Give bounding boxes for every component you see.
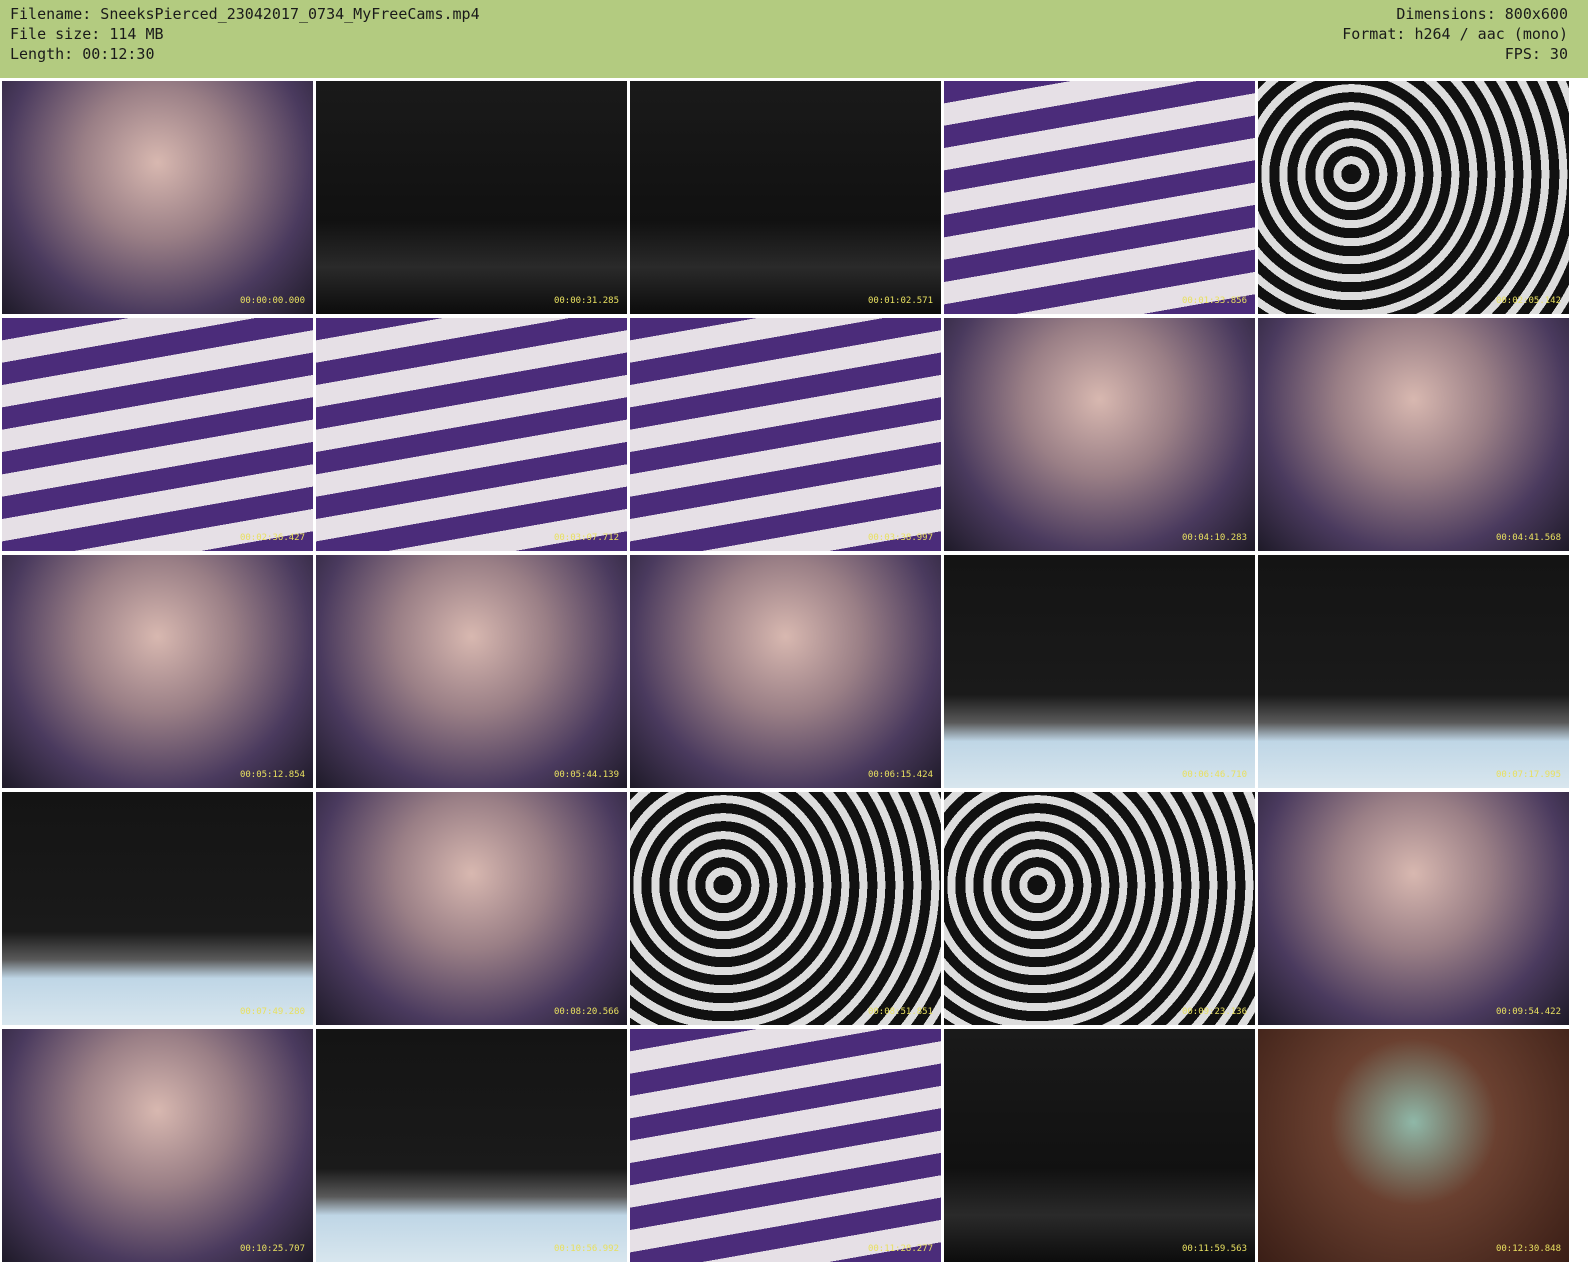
video-thumbnail: 00:00:00.000 [2, 81, 313, 314]
thumbnail-timestamp: 00:00:00.000 [239, 296, 305, 306]
thumbnail-grid: 00:00:00.000 00:00:31.285 00:01:02.571 00:0… [2, 81, 1569, 1262]
thumbnail-timestamp: 00:03:38.997 [867, 533, 933, 543]
thumbnail-timestamp: 00:08:20.566 [553, 1007, 619, 1017]
format: Format: h264 / aac (mono) [1342, 25, 1568, 43]
thumbnail-timestamp: 00:05:12.854 [239, 770, 305, 780]
video-thumbnail: 00:04:10.283 [944, 318, 1255, 551]
file-info-left: Filename: SneeksPierced_23042017_0734_My… [10, 4, 480, 64]
video-thumbnail: 00:09:23.136 [944, 792, 1255, 1025]
video-thumbnail: 00:11:59.563 [944, 1029, 1255, 1262]
filename: Filename: SneeksPierced_23042017_0734_My… [10, 5, 480, 23]
thumbnail-timestamp: 00:12:30.848 [1495, 1244, 1561, 1254]
thumbnail-timestamp: 00:01:33.856 [1181, 296, 1247, 306]
thumbnail-timestamp: 00:01:02.571 [867, 296, 933, 306]
thumbnail-timestamp: 00:08:51.851 [867, 1007, 933, 1017]
fps: FPS: 30 [1504, 45, 1568, 63]
video-thumbnail: 00:00:31.285 [316, 81, 627, 314]
video-thumbnail: 00:09:54.422 [1258, 792, 1569, 1025]
video-thumbnail: 00:08:51.851 [630, 792, 941, 1025]
thumbnail-timestamp: 00:11:59.563 [1181, 1244, 1247, 1254]
thumbnail-timestamp: 00:04:41.568 [1495, 533, 1561, 543]
thumbnail-timestamp: 00:07:49.280 [239, 1007, 305, 1017]
thumbnail-timestamp: 00:02:05.142 [1495, 296, 1561, 306]
video-thumbnail: 00:11:28.277 [630, 1029, 941, 1262]
video-thumbnail: 00:05:12.854 [2, 555, 313, 788]
video-thumbnail: 00:10:56.992 [316, 1029, 627, 1262]
thumbnail-timestamp: 00:03:07.712 [553, 533, 619, 543]
video-thumbnail: 00:08:20.566 [316, 792, 627, 1025]
video-thumbnail: 00:03:07.712 [316, 318, 627, 551]
thumbnail-timestamp: 00:00:31.285 [553, 296, 619, 306]
video-thumbnail: 00:06:15.424 [630, 555, 941, 788]
video-thumbnail: 00:01:02.571 [630, 81, 941, 314]
video-thumbnail: 00:06:46.710 [944, 555, 1255, 788]
video-thumbnail: 00:04:41.568 [1258, 318, 1569, 551]
file-info-right: Dimensions: 800x600 Format: h264 / aac (… [1342, 4, 1568, 64]
video-thumbnail: 00:02:36.427 [2, 318, 313, 551]
thumbnail-timestamp: 00:09:54.422 [1495, 1007, 1561, 1017]
video-thumbnail: 00:03:38.997 [630, 318, 941, 551]
thumbnail-timestamp: 00:04:10.283 [1181, 533, 1247, 543]
video-thumbnail: 00:01:33.856 [944, 81, 1255, 314]
thumbnail-timestamp: 00:05:44.139 [553, 770, 619, 780]
thumbnail-timestamp: 00:02:36.427 [239, 533, 305, 543]
video-thumbnail: 00:07:49.280 [2, 792, 313, 1025]
video-thumbnail: 00:12:30.848 [1258, 1029, 1569, 1262]
thumbnail-timestamp: 00:07:17.995 [1495, 770, 1561, 780]
file-size: File size: 114 MB [10, 25, 164, 43]
video-thumbnail: 00:05:44.139 [316, 555, 627, 788]
video-thumbnail: 00:10:25.707 [2, 1029, 313, 1262]
thumbnail-timestamp: 00:11:28.277 [867, 1244, 933, 1254]
file-info-header: Filename: SneeksPierced_23042017_0734_My… [0, 0, 1588, 78]
thumbnail-timestamp: 00:09:23.136 [1181, 1007, 1247, 1017]
thumbnail-timestamp: 00:10:56.992 [553, 1244, 619, 1254]
video-length: Length: 00:12:30 [10, 45, 155, 63]
thumbnail-timestamp: 00:06:15.424 [867, 770, 933, 780]
thumbnail-timestamp: 00:06:46.710 [1181, 770, 1247, 780]
video-thumbnail: 00:07:17.995 [1258, 555, 1569, 788]
thumbnail-timestamp: 00:10:25.707 [239, 1244, 305, 1254]
video-thumbnail: 00:02:05.142 [1258, 81, 1569, 314]
dimensions: Dimensions: 800x600 [1396, 5, 1568, 23]
